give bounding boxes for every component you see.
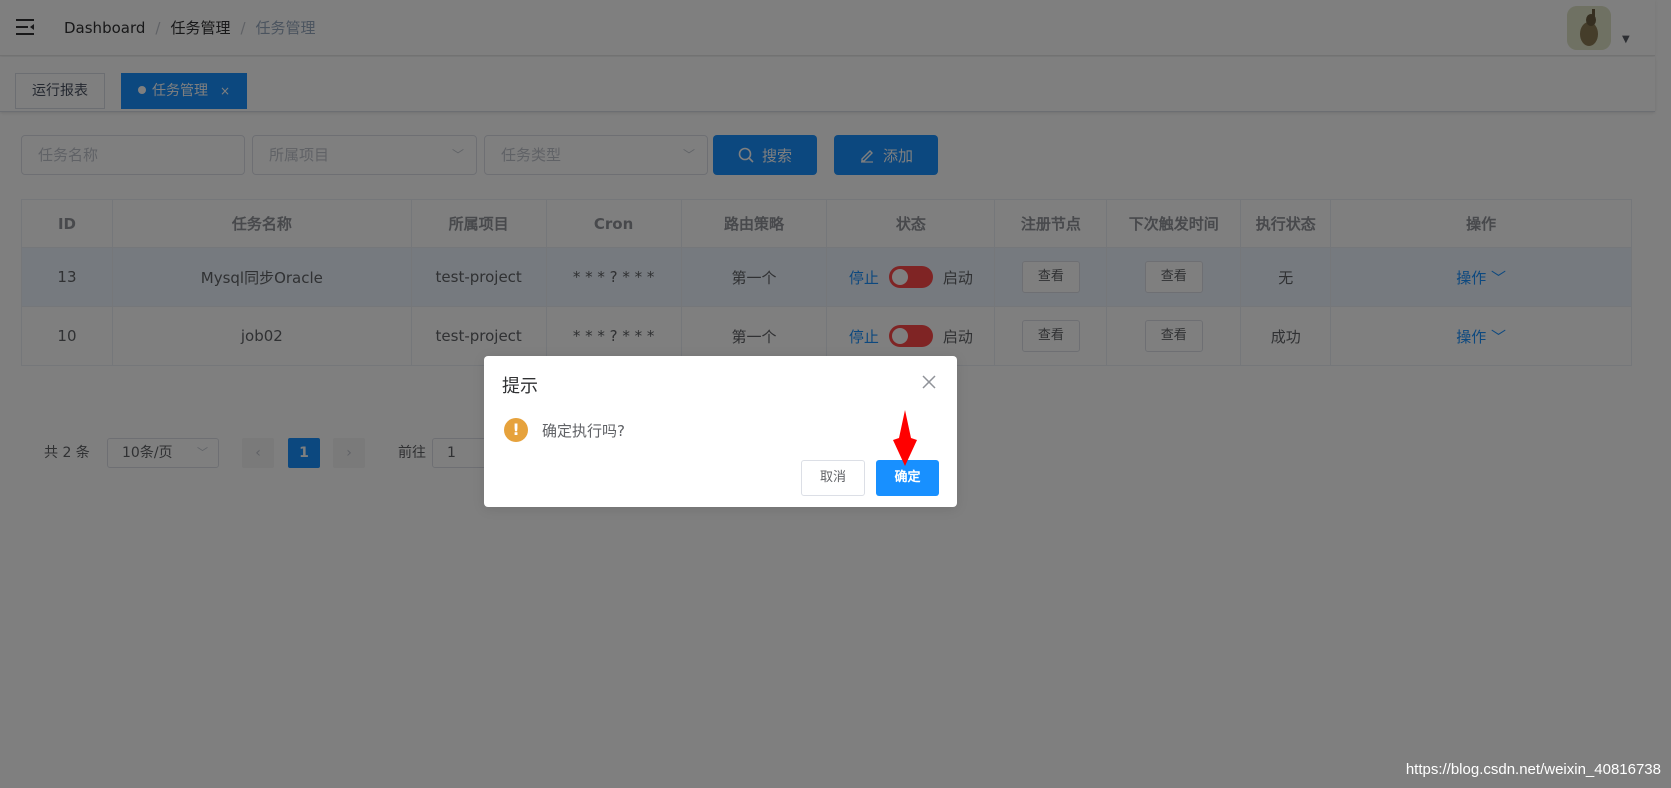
- close-icon[interactable]: [921, 374, 937, 390]
- arrow-down-icon: [893, 410, 917, 466]
- warning-icon: !: [504, 418, 528, 442]
- cancel-button[interactable]: 取消: [801, 460, 865, 496]
- confirm-dialog: 提示 ! 确定执行吗? 取消 确定: [484, 356, 957, 507]
- dialog-title: 提示: [502, 376, 538, 397]
- dialog-message: 确定执行吗?: [542, 422, 625, 440]
- watermark: https://blog.csdn.net/weixin_40816738: [1405, 761, 1661, 778]
